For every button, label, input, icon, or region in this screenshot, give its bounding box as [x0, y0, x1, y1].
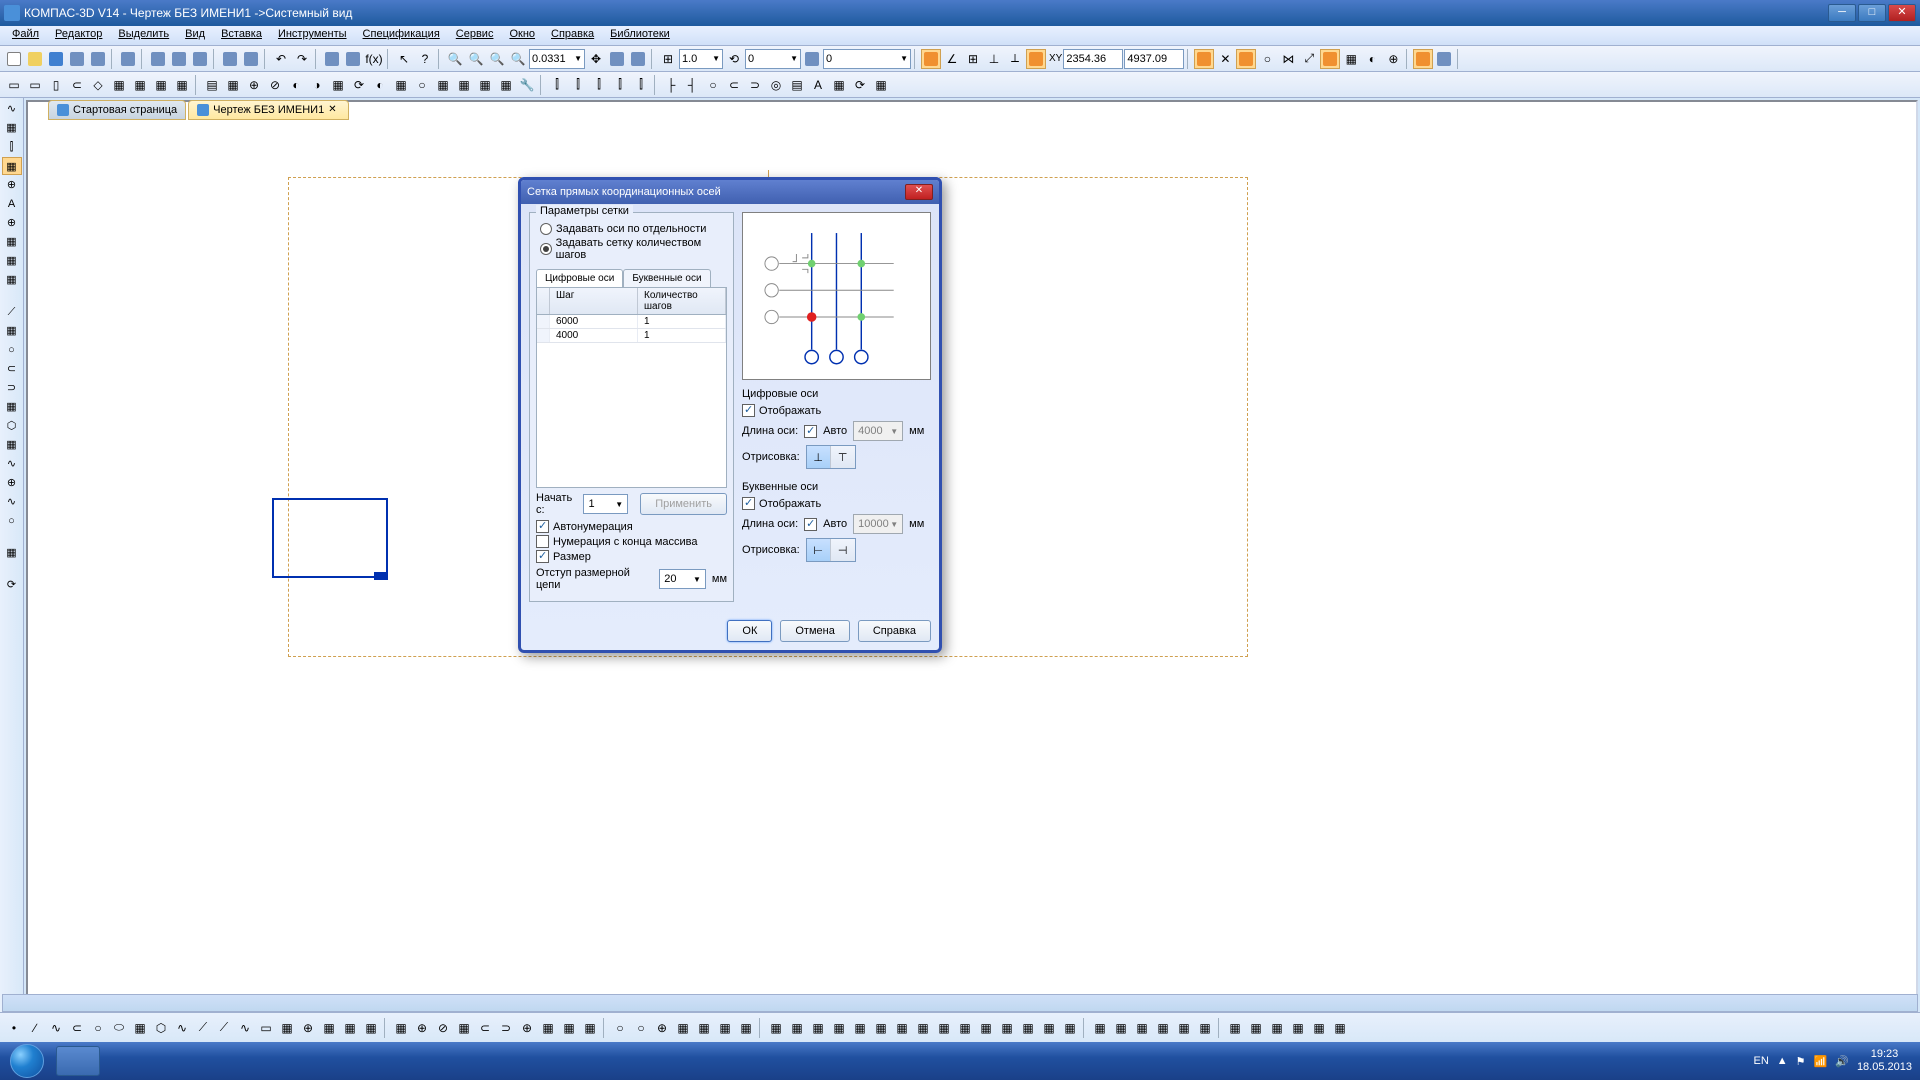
cell-step: 4000	[550, 329, 638, 342]
chk-label: Отображать	[759, 498, 821, 510]
auto-label: Авто	[823, 425, 847, 437]
grid-params-group: Параметры сетки Задавать оси по отдельно…	[529, 212, 734, 602]
cell-step: 6000	[550, 315, 638, 328]
checkbox-icon	[536, 535, 549, 548]
chk-auto-letter[interactable]	[804, 518, 817, 531]
radio-individual-axes[interactable]: Задавать оси по отдельности	[536, 223, 727, 235]
len-digital-value: 4000	[858, 425, 882, 437]
col-count-header: Количество шагов	[638, 288, 726, 314]
radio-label: Задавать сетку количеством шагов	[556, 237, 727, 261]
checkbox-icon	[742, 404, 755, 417]
mm-label: мм	[909, 425, 924, 437]
checkbox-icon	[536, 550, 549, 563]
apply-button[interactable]: Применить	[640, 493, 727, 515]
axis-len-label: Длина оси:	[742, 518, 798, 530]
dim-offset-value: 20	[664, 573, 676, 585]
grid-preview	[742, 212, 931, 380]
mm-label: мм	[712, 573, 727, 585]
rendering-label: Отрисовка:	[742, 451, 800, 463]
table-row[interactable]: 4000 1	[537, 329, 726, 343]
dim-offset-combo[interactable]: 20▼	[659, 569, 706, 589]
axis-table[interactable]: Шаг Количество шагов 6000 1 4000 1	[536, 288, 727, 488]
radio-label: Задавать оси по отдельности	[556, 223, 706, 235]
help-button[interactable]: Справка	[858, 620, 931, 642]
dialog-close-button[interactable]: ✕	[905, 184, 933, 200]
chk-autonum[interactable]: Автонумерация	[536, 520, 727, 533]
table-row[interactable]: 6000 1	[537, 315, 726, 329]
dialog-titlebar[interactable]: Сетка прямых координационных осей ✕	[521, 180, 939, 204]
checkbox-icon	[536, 520, 549, 533]
col-step-header: Шаг	[550, 288, 638, 314]
start-from-label: Начать с:	[536, 492, 577, 516]
cell-count: 1	[638, 329, 726, 342]
ok-button[interactable]: ОК	[727, 620, 772, 642]
radio-icon	[540, 243, 552, 255]
tab-digital-axes[interactable]: Цифровые оси	[536, 269, 623, 287]
chk-label: Автонумерация	[553, 521, 633, 533]
len-letter-input[interactable]: 10000▼	[853, 514, 903, 534]
dialog-title: Сетка прямых координационных осей	[527, 186, 721, 198]
letter-render-toggle: ⊢ ⊣	[806, 538, 856, 562]
chk-label: Размер	[553, 551, 591, 563]
radio-icon	[540, 223, 552, 235]
axis-grid-dialog: Сетка прямых координационных осей ✕ Пара…	[518, 177, 942, 653]
mm-label: мм	[909, 518, 924, 530]
digital-render-toggle: ⊥ ⊤	[806, 445, 856, 469]
chk-size[interactable]: Размер	[536, 550, 727, 563]
chk-show-digital[interactable]: Отображать	[742, 404, 931, 417]
chk-show-letter[interactable]: Отображать	[742, 497, 931, 510]
start-from-combo[interactable]: 1▼	[583, 494, 628, 514]
digital-axes-label: Цифровые оси	[742, 388, 931, 400]
auto-label: Авто	[823, 518, 847, 530]
checkbox-icon	[742, 497, 755, 510]
rendering-label: Отрисовка:	[742, 544, 800, 556]
chk-label: Нумерация с конца массива	[553, 536, 698, 548]
chk-endnum[interactable]: Нумерация с конца массива	[536, 535, 727, 548]
dialog-overlay: Сетка прямых координационных осей ✕ Пара…	[0, 0, 1920, 1080]
render-opt-1[interactable]: ⊢	[807, 539, 831, 561]
render-opt-1[interactable]: ⊥	[807, 446, 831, 468]
cell-count: 1	[638, 315, 726, 328]
chk-label: Отображать	[759, 405, 821, 417]
axis-tabs: Цифровые оси Буквенные оси	[536, 269, 727, 288]
chk-auto-digital[interactable]	[804, 425, 817, 438]
cancel-button[interactable]: Отмена	[780, 620, 849, 642]
radio-step-count[interactable]: Задавать сетку количеством шагов	[536, 237, 727, 261]
axis-len-label: Длина оси:	[742, 425, 798, 437]
tab-letter-axes[interactable]: Буквенные оси	[623, 269, 710, 287]
start-from-value: 1	[588, 498, 594, 510]
len-digital-input[interactable]: 4000▼	[853, 421, 903, 441]
render-opt-2[interactable]: ⊤	[831, 446, 855, 468]
group-title: Параметры сетки	[536, 205, 633, 217]
dim-offset-label: Отступ размерной цепи	[536, 567, 647, 591]
len-letter-value: 10000	[858, 518, 889, 530]
render-opt-2[interactable]: ⊣	[831, 539, 855, 561]
letter-axes-label: Буквенные оси	[742, 481, 931, 493]
